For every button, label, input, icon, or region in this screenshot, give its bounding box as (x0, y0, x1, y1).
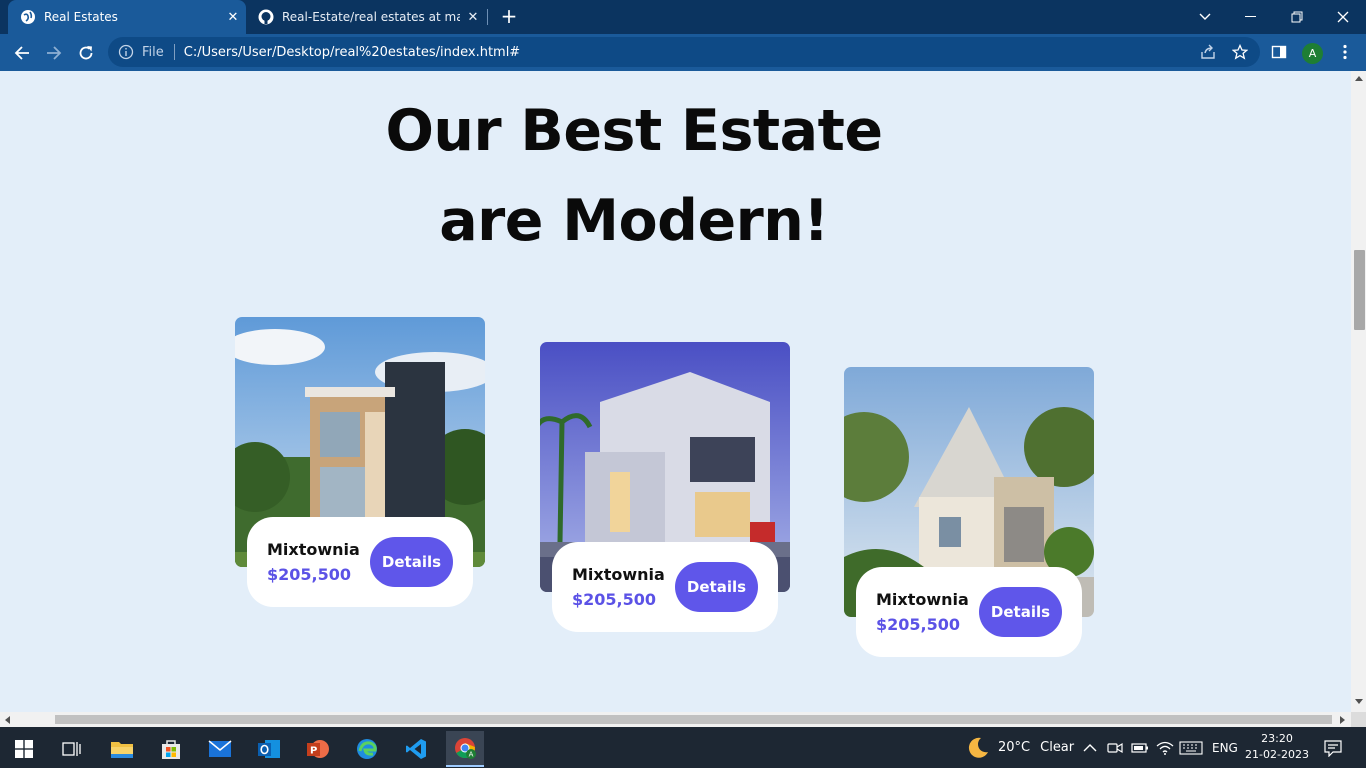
clock-time: 23:20 (1261, 732, 1293, 745)
keyboard-icon[interactable] (1179, 727, 1203, 768)
clock-date: 21-02-2023 (1245, 748, 1309, 761)
tab-strip: Real Estates ✕ Real-Estate/real estates … (0, 0, 1366, 34)
moon-icon (966, 736, 990, 760)
windows-taskbar: P A 20°C Clear ENG 23:20 21-02-2023 (0, 727, 1366, 768)
share-icon[interactable] (1196, 40, 1220, 64)
minimize-icon[interactable] (1228, 0, 1274, 34)
forward-icon[interactable] (39, 38, 69, 68)
file-explorer-icon[interactable] (103, 731, 141, 767)
tab-search-icon[interactable] (1182, 0, 1228, 34)
mail-icon[interactable] (201, 731, 239, 767)
tab-divider (487, 9, 488, 25)
chrome-icon[interactable]: A (446, 731, 484, 767)
estate-price: $205,500 (267, 565, 352, 584)
estate-name: Mixtownia (876, 590, 969, 609)
weather-condition: Clear (1040, 740, 1075, 755)
scheme-label: File (142, 44, 164, 60)
tab-real-estates[interactable]: Real Estates ✕ (8, 0, 246, 34)
language-indicator[interactable]: ENG (1212, 727, 1238, 768)
powerpoint-icon[interactable]: P (299, 731, 337, 767)
browser-toolbar: File C:/Users/User/Desktop/real%20estate… (0, 34, 1366, 71)
store-icon[interactable] (152, 731, 190, 767)
omnibox-divider (173, 44, 175, 60)
estate-name: Mixtownia (572, 565, 665, 584)
new-tab-button[interactable]: + (497, 5, 521, 29)
scroll-down-arrow-icon[interactable] (1355, 699, 1363, 704)
estate-info-panel: Mixtownia $205,500 Details (247, 517, 473, 607)
scroll-right-arrow-icon[interactable] (1340, 716, 1345, 724)
horizontal-scrollbar[interactable] (0, 712, 1351, 727)
clock[interactable]: 23:20 21-02-2023 (1242, 731, 1312, 763)
details-button[interactable]: Details (675, 562, 758, 612)
task-view-icon[interactable] (53, 731, 91, 767)
svg-text:A: A (469, 751, 474, 759)
edge-icon[interactable] (348, 731, 386, 767)
tab-title: Real Estates (44, 10, 118, 24)
close-window-icon[interactable] (1320, 0, 1366, 34)
estate-info-panel: Mixtownia $205,500 Details (856, 567, 1082, 657)
address-bar[interactable]: File C:/Users/User/Desktop/real%20estate… (108, 37, 1260, 67)
wifi-icon[interactable] (1156, 727, 1174, 768)
github-icon (258, 9, 274, 25)
details-button[interactable]: Details (370, 537, 453, 587)
notifications-icon[interactable] (1324, 727, 1342, 768)
outlook-icon[interactable] (250, 731, 288, 767)
section-heading-line1: Our Best Estate (385, 98, 883, 164)
show-hidden-icons-icon[interactable] (1083, 727, 1097, 768)
back-icon[interactable] (7, 38, 37, 68)
weather-temp: 20°C (998, 740, 1031, 755)
battery-icon[interactable] (1131, 727, 1149, 768)
estate-info-panel: Mixtownia $205,500 Details (552, 542, 778, 632)
tab-title: Real-Estate/real estates at main · (282, 10, 460, 24)
estate-price: $205,500 (876, 615, 961, 634)
estate-name: Mixtownia (267, 540, 360, 559)
bookmark-star-icon[interactable] (1228, 40, 1252, 64)
details-button[interactable]: Details (979, 587, 1062, 637)
profile-avatar[interactable]: A (1302, 43, 1323, 64)
page-viewport: Our Best Estate are Modern! Mixtownia $2… (0, 71, 1351, 712)
reload-icon[interactable] (71, 38, 101, 68)
info-icon[interactable] (118, 44, 134, 60)
scroll-left-arrow-icon[interactable] (5, 716, 10, 724)
scroll-up-arrow-icon[interactable] (1355, 76, 1363, 81)
vertical-scroll-thumb[interactable] (1354, 250, 1365, 330)
svg-text:P: P (310, 746, 317, 757)
vertical-scrollbar[interactable] (1351, 71, 1366, 712)
weather-widget[interactable]: 20°C Clear (966, 727, 1074, 768)
tab-github[interactable]: Real-Estate/real estates at main · ✕ (250, 0, 486, 34)
scrollbar-corner (1351, 712, 1366, 727)
vscode-icon[interactable] (397, 731, 435, 767)
url-text[interactable]: C:/Users/User/Desktop/real%20estates/ind… (184, 45, 520, 60)
menu-kebab-icon[interactable] (1333, 40, 1357, 64)
section-heading-line2: are Modern! (439, 188, 829, 254)
restore-icon[interactable] (1274, 0, 1320, 34)
meet-now-icon[interactable] (1107, 727, 1123, 768)
close-tab-icon[interactable]: ✕ (220, 10, 246, 25)
start-icon[interactable] (5, 731, 43, 767)
side-panel-icon[interactable] (1267, 40, 1291, 64)
close-tab-icon[interactable]: ✕ (460, 10, 486, 25)
globe-icon (20, 9, 36, 25)
estate-price: $205,500 (572, 590, 657, 609)
horizontal-scroll-thumb[interactable] (55, 715, 1332, 724)
